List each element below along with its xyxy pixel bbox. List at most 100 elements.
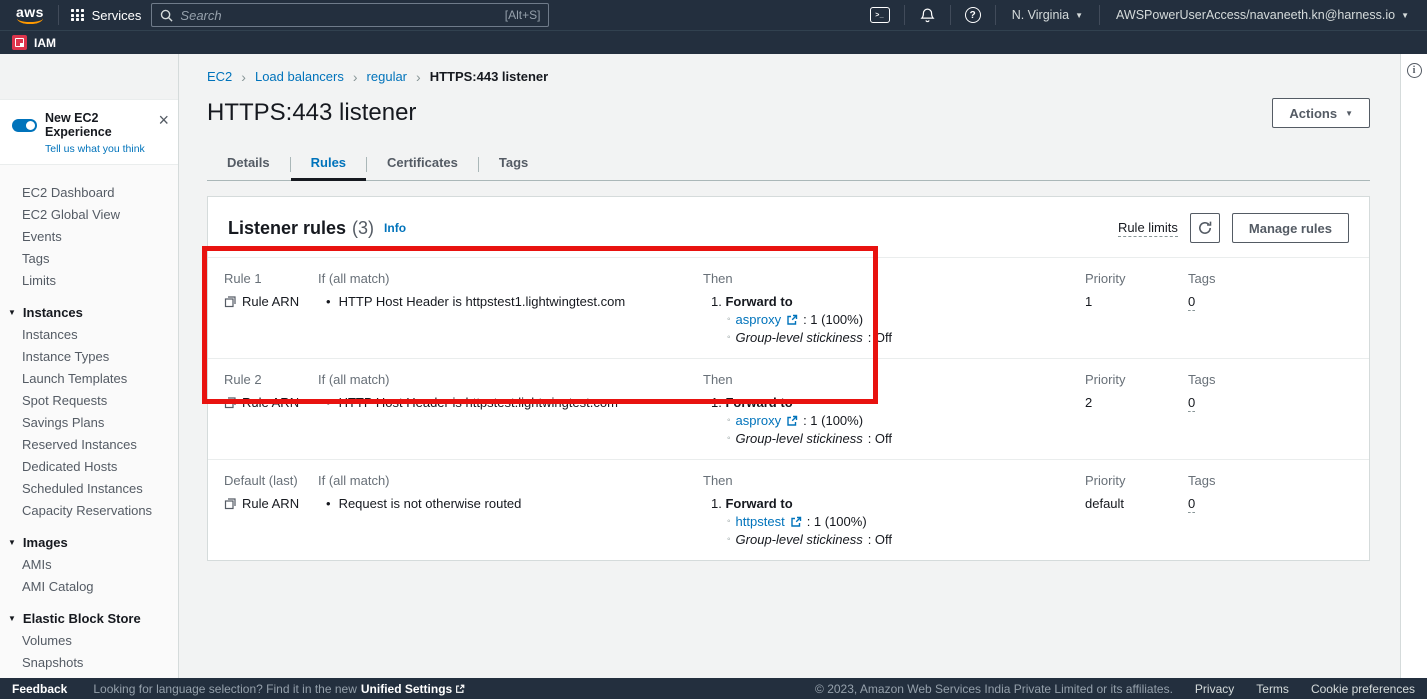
sidebar-item-ec2-global-view[interactable]: EC2 Global View <box>0 203 178 225</box>
privacy-link[interactable]: Privacy <box>1195 682 1234 696</box>
stickiness-value: : Off <box>868 431 892 446</box>
aws-logo[interactable]: aws <box>16 6 44 24</box>
nav-divider <box>1099 5 1100 25</box>
rule-condition: Request is not otherwise routed <box>339 496 522 511</box>
priority-value: default <box>1085 496 1188 511</box>
rule-arn-copy-button[interactable]: Rule ARN <box>224 294 299 309</box>
sidebar-item-instance-types[interactable]: Instance Types <box>0 345 178 367</box>
feedback-link[interactable]: Feedback <box>12 682 67 696</box>
target-group-link[interactable]: asproxy <box>736 312 782 327</box>
services-menu-button[interactable]: Services <box>67 8 145 23</box>
sidebar-section-elastic-block-store[interactable]: ▼ Elastic Block Store <box>0 607 178 629</box>
copy-icon <box>224 295 237 308</box>
rule-arn-copy-button[interactable]: Rule ARN <box>224 395 299 410</box>
priority-label: Priority <box>1085 372 1188 387</box>
priority-value: 1 <box>1085 294 1188 309</box>
region-selector[interactable]: N. Virginia ▼ <box>1004 8 1091 22</box>
tags-label: Tags <box>1188 372 1369 387</box>
rule-limits-link[interactable]: Rule limits <box>1118 220 1178 237</box>
global-search[interactable]: [Alt+S] <box>151 3 549 27</box>
unified-settings-link[interactable]: Unified Settings <box>361 682 465 696</box>
sidebar-item-volumes[interactable]: Volumes <box>0 629 178 651</box>
sidebar-item-spot-requests[interactable]: Spot Requests <box>0 389 178 411</box>
sidebar-item-amis[interactable]: AMIs <box>0 553 178 575</box>
tab-tags[interactable]: Tags <box>479 148 548 180</box>
sidebar-item-limits[interactable]: Limits <box>0 269 178 291</box>
bullet-icon: • <box>326 294 331 309</box>
rules-count: (3) <box>352 218 374 239</box>
help-button[interactable]: ? <box>959 7 987 23</box>
tab-details[interactable]: Details <box>207 148 290 180</box>
favorite-iam-link[interactable]: IAM <box>34 36 56 50</box>
priority-label: Priority <box>1085 271 1188 286</box>
sidebar-item-dedicated-hosts[interactable]: Dedicated Hosts <box>0 455 178 477</box>
sidebar-section-images[interactable]: ▼ Images <box>0 531 178 553</box>
sidebar-item-tags[interactable]: Tags <box>0 247 178 269</box>
cookie-preferences-link[interactable]: Cookie preferences <box>1311 682 1415 696</box>
favorites-bar: IAM <box>0 30 1427 54</box>
stickiness-value: : Off <box>868 330 892 345</box>
rule-row-1: Rule 1 Rule ARN If (all match) •HTTP Hos… <box>208 258 1369 358</box>
breadcrumb-load-balancers[interactable]: Load balancers <box>255 68 344 86</box>
target-group-link[interactable]: asproxy <box>736 413 782 428</box>
info-link[interactable]: Info <box>384 221 406 235</box>
sidebar-item-instances[interactable]: Instances <box>0 323 178 345</box>
page-title: HTTPS:443 listener <box>207 98 416 128</box>
sub-bullet-icon: ◦ <box>727 433 731 444</box>
sub-bullet-icon: ◦ <box>727 516 731 527</box>
notifications-button[interactable] <box>913 7 942 24</box>
triangle-down-icon: ▼ <box>8 614 16 623</box>
card-header: Listener rules (3) Info Rule limits Mana… <box>208 197 1369 258</box>
triangle-down-icon: ▼ <box>8 308 16 317</box>
rule-arn-copy-button[interactable]: Rule ARN <box>224 496 299 511</box>
sidebar-item-snapshots[interactable]: Snapshots <box>0 651 178 673</box>
external-link-icon <box>786 415 798 427</box>
breadcrumb-regular[interactable]: regular <box>367 68 407 86</box>
tags-label: Tags <box>1188 473 1369 488</box>
info-icon[interactable]: i <box>1407 63 1422 78</box>
bullet-icon: • <box>326 496 331 511</box>
chevron-down-icon: ▼ <box>1401 11 1409 20</box>
bell-icon <box>919 7 936 24</box>
sub-bullet-icon: ◦ <box>727 332 731 343</box>
sidebar-spacer <box>0 54 178 99</box>
target-group-link[interactable]: httpstest <box>736 514 785 529</box>
search-input[interactable] <box>180 8 497 23</box>
stickiness-label: Group-level stickiness <box>736 431 863 446</box>
stickiness-label: Group-level stickiness <box>736 330 863 345</box>
listener-tabs: Details Rules Certificates Tags <box>207 148 1370 181</box>
sidebar-item-ec2-dashboard[interactable]: EC2 Dashboard <box>0 181 178 203</box>
breadcrumb-separator: › <box>353 68 358 86</box>
breadcrumb-separator: › <box>416 68 421 86</box>
sidebar-item-reserved-instances[interactable]: Reserved Instances <box>0 433 178 455</box>
new-experience-toggle[interactable] <box>12 119 37 132</box>
tags-count-link[interactable]: 0 <box>1188 395 1195 412</box>
tags-count-link[interactable]: 0 <box>1188 496 1195 513</box>
sidebar-item-ami-catalog[interactable]: AMI Catalog <box>0 575 178 597</box>
sub-bullet-icon: ◦ <box>727 415 731 426</box>
manage-rules-button[interactable]: Manage rules <box>1232 213 1349 243</box>
breadcrumb-ec2[interactable]: EC2 <box>207 68 232 86</box>
sidebar-item-capacity-reservations[interactable]: Capacity Reservations <box>0 499 178 521</box>
close-icon[interactable]: × <box>158 113 169 127</box>
tags-count-link[interactable]: 0 <box>1188 294 1195 311</box>
breadcrumb-separator: › <box>241 68 246 86</box>
rule-name: Rule 1 <box>224 271 318 286</box>
terms-link[interactable]: Terms <box>1256 682 1289 696</box>
search-shortcut-hint: [Alt+S] <box>505 8 541 22</box>
sidebar-item-launch-templates[interactable]: Launch Templates <box>0 367 178 389</box>
actions-button[interactable]: Actions ▼ <box>1272 98 1370 128</box>
account-menu[interactable]: AWSPowerUserAccess/navaneeth.kn@harness.… <box>1108 8 1417 22</box>
cloudshell-button[interactable]: >_ <box>864 7 896 23</box>
rule-condition: HTTP Host Header is httpstest1.lightwing… <box>339 294 626 309</box>
triangle-down-icon: ▼ <box>8 538 16 547</box>
sidebar-item-savings-plans[interactable]: Savings Plans <box>0 411 178 433</box>
sub-bullet-icon: ◦ <box>727 534 731 545</box>
tab-certificates[interactable]: Certificates <box>367 148 478 180</box>
tab-rules[interactable]: Rules <box>291 148 366 180</box>
refresh-button[interactable] <box>1190 213 1220 243</box>
sidebar-section-instances[interactable]: ▼ Instances <box>0 301 178 323</box>
sidebar-item-events[interactable]: Events <box>0 225 178 247</box>
tell-us-link[interactable]: Tell us what you think <box>45 143 166 155</box>
sidebar-item-scheduled-instances[interactable]: Scheduled Instances <box>0 477 178 499</box>
